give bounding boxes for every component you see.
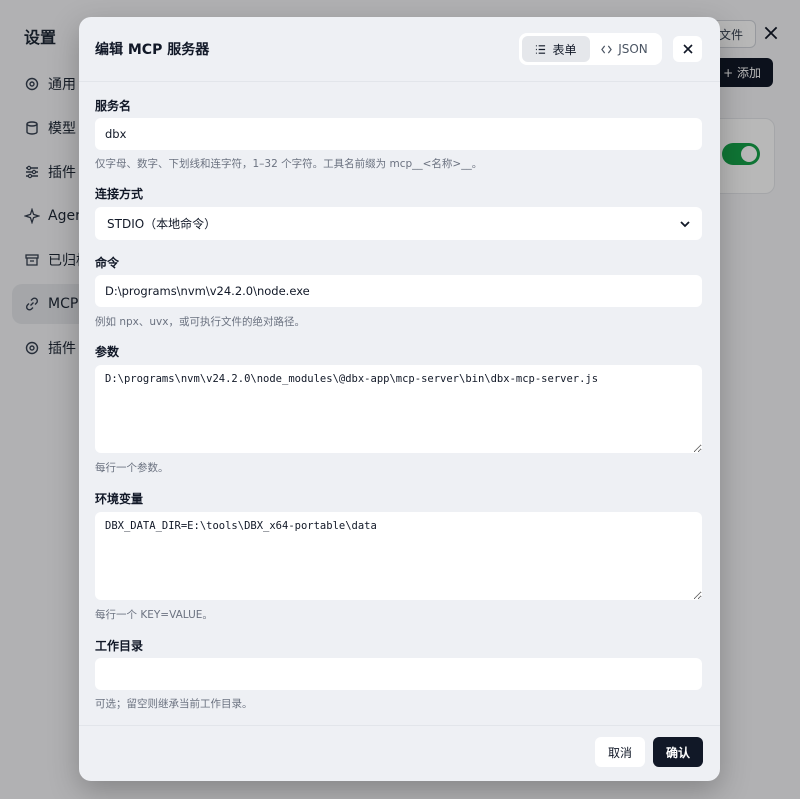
command-label: 命令 xyxy=(95,256,120,270)
list-icon xyxy=(536,44,546,54)
transport-label: 连接方式 xyxy=(95,187,144,201)
args-hint: 每行一个参数。 xyxy=(95,462,169,474)
args-textarea[interactable]: D:\programs\nvm\v24.2.0\node_modules\@db… xyxy=(95,365,702,453)
form-mode-tab[interactable]: 表单 xyxy=(522,36,590,62)
transport-selected-value: STDIO（本地命令） xyxy=(107,217,217,231)
confirm-button[interactable]: 确认 xyxy=(653,737,703,767)
dialog-header: 编辑 MCP 服务器 表单 JSON xyxy=(79,17,720,82)
code-icon xyxy=(601,44,613,54)
form-mode-label: 表单 xyxy=(552,42,577,57)
env-label: 环境变量 xyxy=(95,492,144,506)
cancel-button[interactable]: 取消 xyxy=(595,737,645,767)
cwd-input[interactable] xyxy=(95,658,702,690)
close-icon xyxy=(682,44,693,54)
dialog-close-button[interactable] xyxy=(673,36,702,62)
cwd-hint: 可选；留空则继承当前工作目录。 xyxy=(95,698,253,710)
chevron-down-icon xyxy=(680,220,690,227)
service-name-label: 服务名 xyxy=(95,99,132,113)
args-label: 参数 xyxy=(95,345,120,359)
env-hint: 每行一个 KEY=VALUE。 xyxy=(95,609,213,621)
edit-mcp-server-dialog: 编辑 MCP 服务器 表单 JSON 服务名 仅字母、数字、下划线和连字符，1–… xyxy=(79,17,720,781)
transport-select[interactable]: STDIO（本地命令） xyxy=(95,207,702,240)
dialog-title: 编辑 MCP 服务器 xyxy=(95,42,210,58)
service-name-input[interactable] xyxy=(95,118,702,150)
service-name-hint: 仅字母、数字、下划线和连字符，1–32 个字符。工具名前缀为 mcp__<名称>… xyxy=(95,158,483,170)
json-mode-label: JSON xyxy=(618,42,648,56)
command-hint: 例如 npx、uvx，或可执行文件的绝对路径。 xyxy=(95,316,305,328)
json-mode-tab[interactable]: JSON xyxy=(590,36,659,62)
env-textarea[interactable]: DBX_DATA_DIR=E:\tools\DBX_x64-portable\d… xyxy=(95,512,702,600)
cwd-label: 工作目录 xyxy=(95,639,144,653)
command-input[interactable] xyxy=(95,275,702,307)
mode-switch: 表单 JSON xyxy=(519,33,662,65)
